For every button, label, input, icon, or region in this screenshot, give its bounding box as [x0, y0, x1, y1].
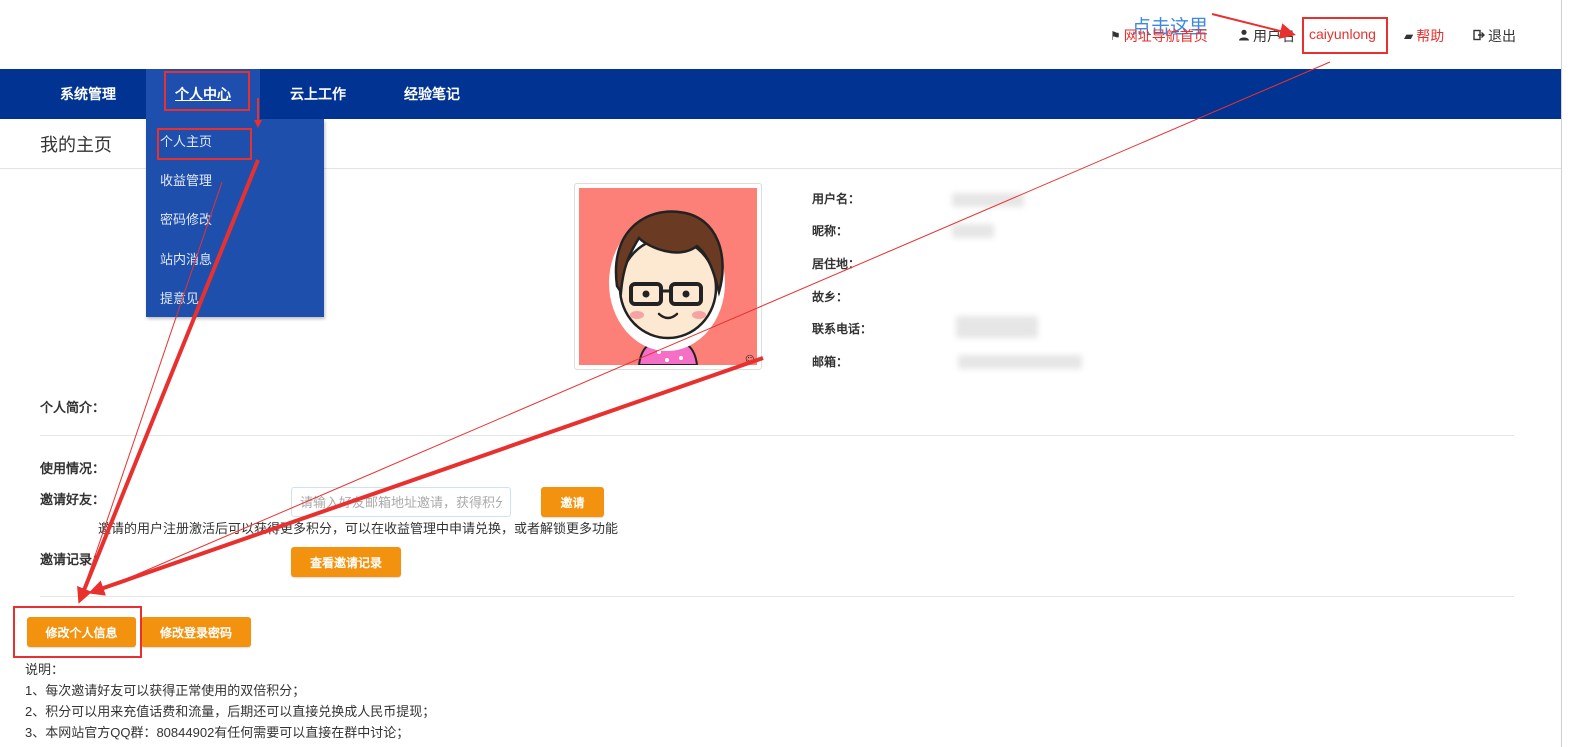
page-title: 我的主页 [40, 135, 112, 155]
profile-residence-label: 居住地： [812, 257, 861, 271]
invite-friends-label: 邀请好友： [40, 492, 106, 507]
profile-nickname-label: 昵称： [812, 224, 849, 238]
flag-icon: ⚑ [1110, 29, 1121, 43]
dropdown-item-earnings[interactable]: 收益管理 [160, 170, 212, 189]
invite-hint: 邀请的用户注册激活后可以获得更多积分，可以在收益管理中申请兑换，或者解锁更多功能 [98, 521, 619, 536]
notes-title: 说明： [25, 662, 65, 677]
dropdown-item-password[interactable]: 密码修改 [160, 209, 212, 228]
redacted-nickname [952, 224, 994, 238]
annotation-homepage-box [157, 128, 252, 160]
profile-username-label: 用户名： [812, 192, 861, 206]
dropdown-item-feedback[interactable]: 提意见 [160, 288, 199, 307]
section-divider-2 [40, 596, 1514, 597]
invite-record-label: 邀请记录： [40, 552, 106, 567]
notes-line-2: 2、积分可以用来充值话费和流量，后期还可以直接兑换成人民币提现； [25, 704, 436, 719]
scrollbar-edge [1561, 0, 1562, 747]
main-navbar: 系统管理 个人中心 云上工作 经验笔记 [0, 69, 1561, 119]
profile-phone-label: 联系电话： [812, 322, 873, 336]
invite-email-input[interactable] [291, 487, 511, 517]
change-password-button[interactable]: 修改登录密码 [141, 617, 251, 647]
redacted-username [952, 193, 1024, 207]
bio-label: 个人简介： [40, 400, 106, 415]
notes-line-1: 1、每次邀请好友可以获得正常使用的双倍积分； [25, 683, 306, 698]
notes-section: 说明： 1、每次邀请好友可以获得正常使用的双倍积分； 2、积分可以用来充值话费和… [25, 659, 435, 743]
nav-system-admin[interactable]: 系统管理 [60, 69, 116, 119]
profile-hometown-label: 故乡： [812, 290, 849, 304]
personal-center-dropdown: 个人主页 收益管理 密码修改 站内消息 提意见 [146, 119, 324, 317]
top-bar: 点击这里 ⚑ 网址导航首页 用户名 caiyunlong ▰ 帮助 退出 [0, 0, 1585, 69]
annotation-username-box [1302, 17, 1388, 54]
logout-icon [1473, 29, 1485, 44]
avatar: ☺ [574, 183, 762, 370]
nav-cloud-work[interactable]: 云上工作 [290, 69, 346, 119]
logout-link[interactable]: 退出 [1473, 26, 1516, 46]
user-icon [1238, 29, 1250, 44]
avatar-image: ☺ [579, 188, 757, 365]
profile-email-label: 邮箱： [812, 355, 849, 369]
dropdown-item-messages[interactable]: 站内消息 [160, 249, 212, 268]
view-invite-record-button[interactable]: 查看邀请记录 [291, 547, 401, 577]
svg-text:☺: ☺ [745, 354, 754, 365]
usage-label: 使用情况： [40, 461, 106, 476]
redacted-phone [956, 316, 1038, 338]
invite-button[interactable]: 邀请 [541, 487, 604, 517]
username-label: 用户名 [1238, 26, 1295, 46]
annotation-edit-profile-box [13, 606, 142, 658]
nav-experience-notes[interactable]: 经验笔记 [404, 69, 460, 119]
notes-line-3: 3、本网站官方QQ群：80844902有任何需要可以直接在群中讨论； [25, 725, 410, 740]
nav-home-link[interactable]: ⚑ 网址导航首页 [1110, 26, 1208, 46]
book-icon: ▰ [1404, 29, 1414, 43]
annotation-personal-center-box [164, 71, 250, 111]
arrow-avatar-to-edit [88, 356, 764, 596]
redacted-email [958, 355, 1082, 369]
section-divider [40, 435, 1514, 436]
help-link[interactable]: ▰ 帮助 [1404, 26, 1444, 46]
